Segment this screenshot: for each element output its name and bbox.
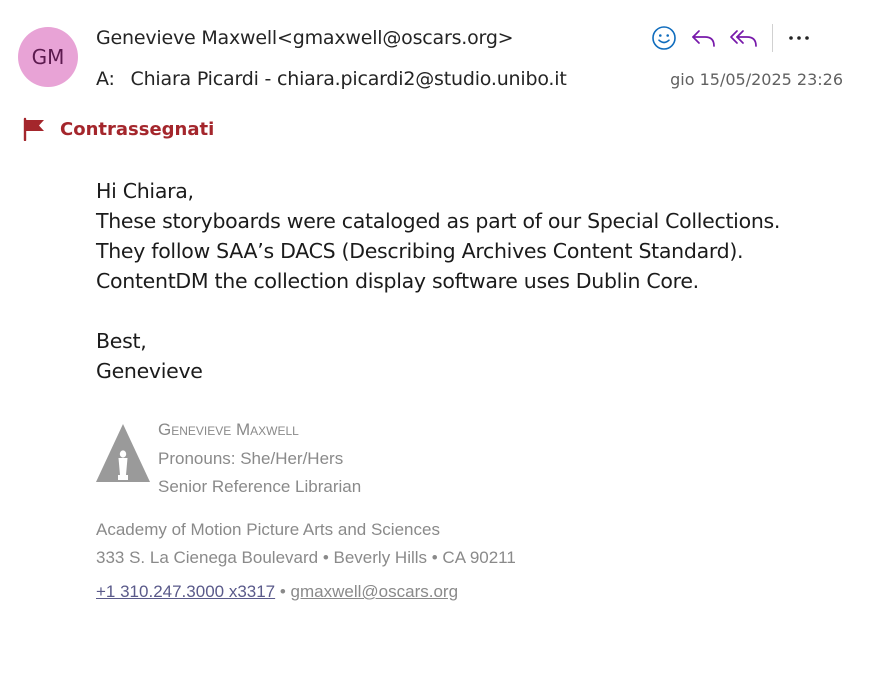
reply-icon — [692, 30, 715, 47]
flag-status[interactable]: Contrassegnati — [22, 117, 214, 141]
reply-all-icon — [730, 30, 757, 47]
flag-icon — [23, 117, 44, 141]
signature-organization: Academy of Motion Picture Arts and Scien… — [96, 520, 440, 539]
closing: Best, — [96, 329, 147, 353]
email-link[interactable]: gmaxwell@oscars.org — [291, 582, 458, 601]
signoff: Genevieve — [96, 359, 203, 383]
avatar[interactable]: GM — [18, 27, 78, 87]
to-label: A: — [96, 68, 115, 90]
signature-name: Genevieve Maxwell — [158, 420, 299, 439]
signature-pronouns: Pronouns: She/Her/Hers — [158, 449, 344, 468]
signature-address: 333 S. La Cienega Boulevard • Beverly Hi… — [96, 548, 516, 567]
message-actions — [644, 22, 819, 54]
body-line: These storyboards were cataloged as part… — [96, 209, 781, 233]
signature-title: Senior Reference Librarian — [158, 477, 362, 496]
message-body: Hi Chiara, These storyboards were catalo… — [96, 176, 780, 386]
recipient-row: A: Chiara Picardi - chiara.picardi2@stud… — [96, 68, 567, 90]
actions-divider — [772, 24, 773, 52]
body-line: They follow SAA’s DACS (Describing Archi… — [96, 239, 744, 263]
reply-all-button[interactable] — [724, 22, 764, 54]
body-line: ContentDM the collection display softwar… — [96, 269, 699, 293]
contact-separator: • — [275, 582, 291, 601]
more-actions-button[interactable] — [779, 22, 819, 54]
emoji-reaction-button[interactable] — [644, 22, 684, 54]
recipient-address[interactable]: Chiara Picardi - chiara.picardi2@studio.… — [131, 68, 567, 90]
reply-button[interactable] — [684, 22, 724, 54]
received-date: gio 15/05/2025 23:26 — [670, 70, 843, 89]
signature-contact: +1 310.247.3000 x3317 • gmaxwell@oscars.… — [96, 582, 458, 602]
sender-name[interactable]: Genevieve Maxwell<gmaxwell@oscars.org> — [96, 27, 514, 49]
flag-label: Contrassegnati — [60, 118, 215, 140]
smiley-icon — [652, 26, 676, 50]
more-icon — [789, 36, 809, 40]
oscar-logo-icon — [96, 424, 150, 482]
phone-link[interactable]: +1 310.247.3000 x3317 — [96, 582, 275, 601]
greeting: Hi Chiara, — [96, 179, 194, 203]
